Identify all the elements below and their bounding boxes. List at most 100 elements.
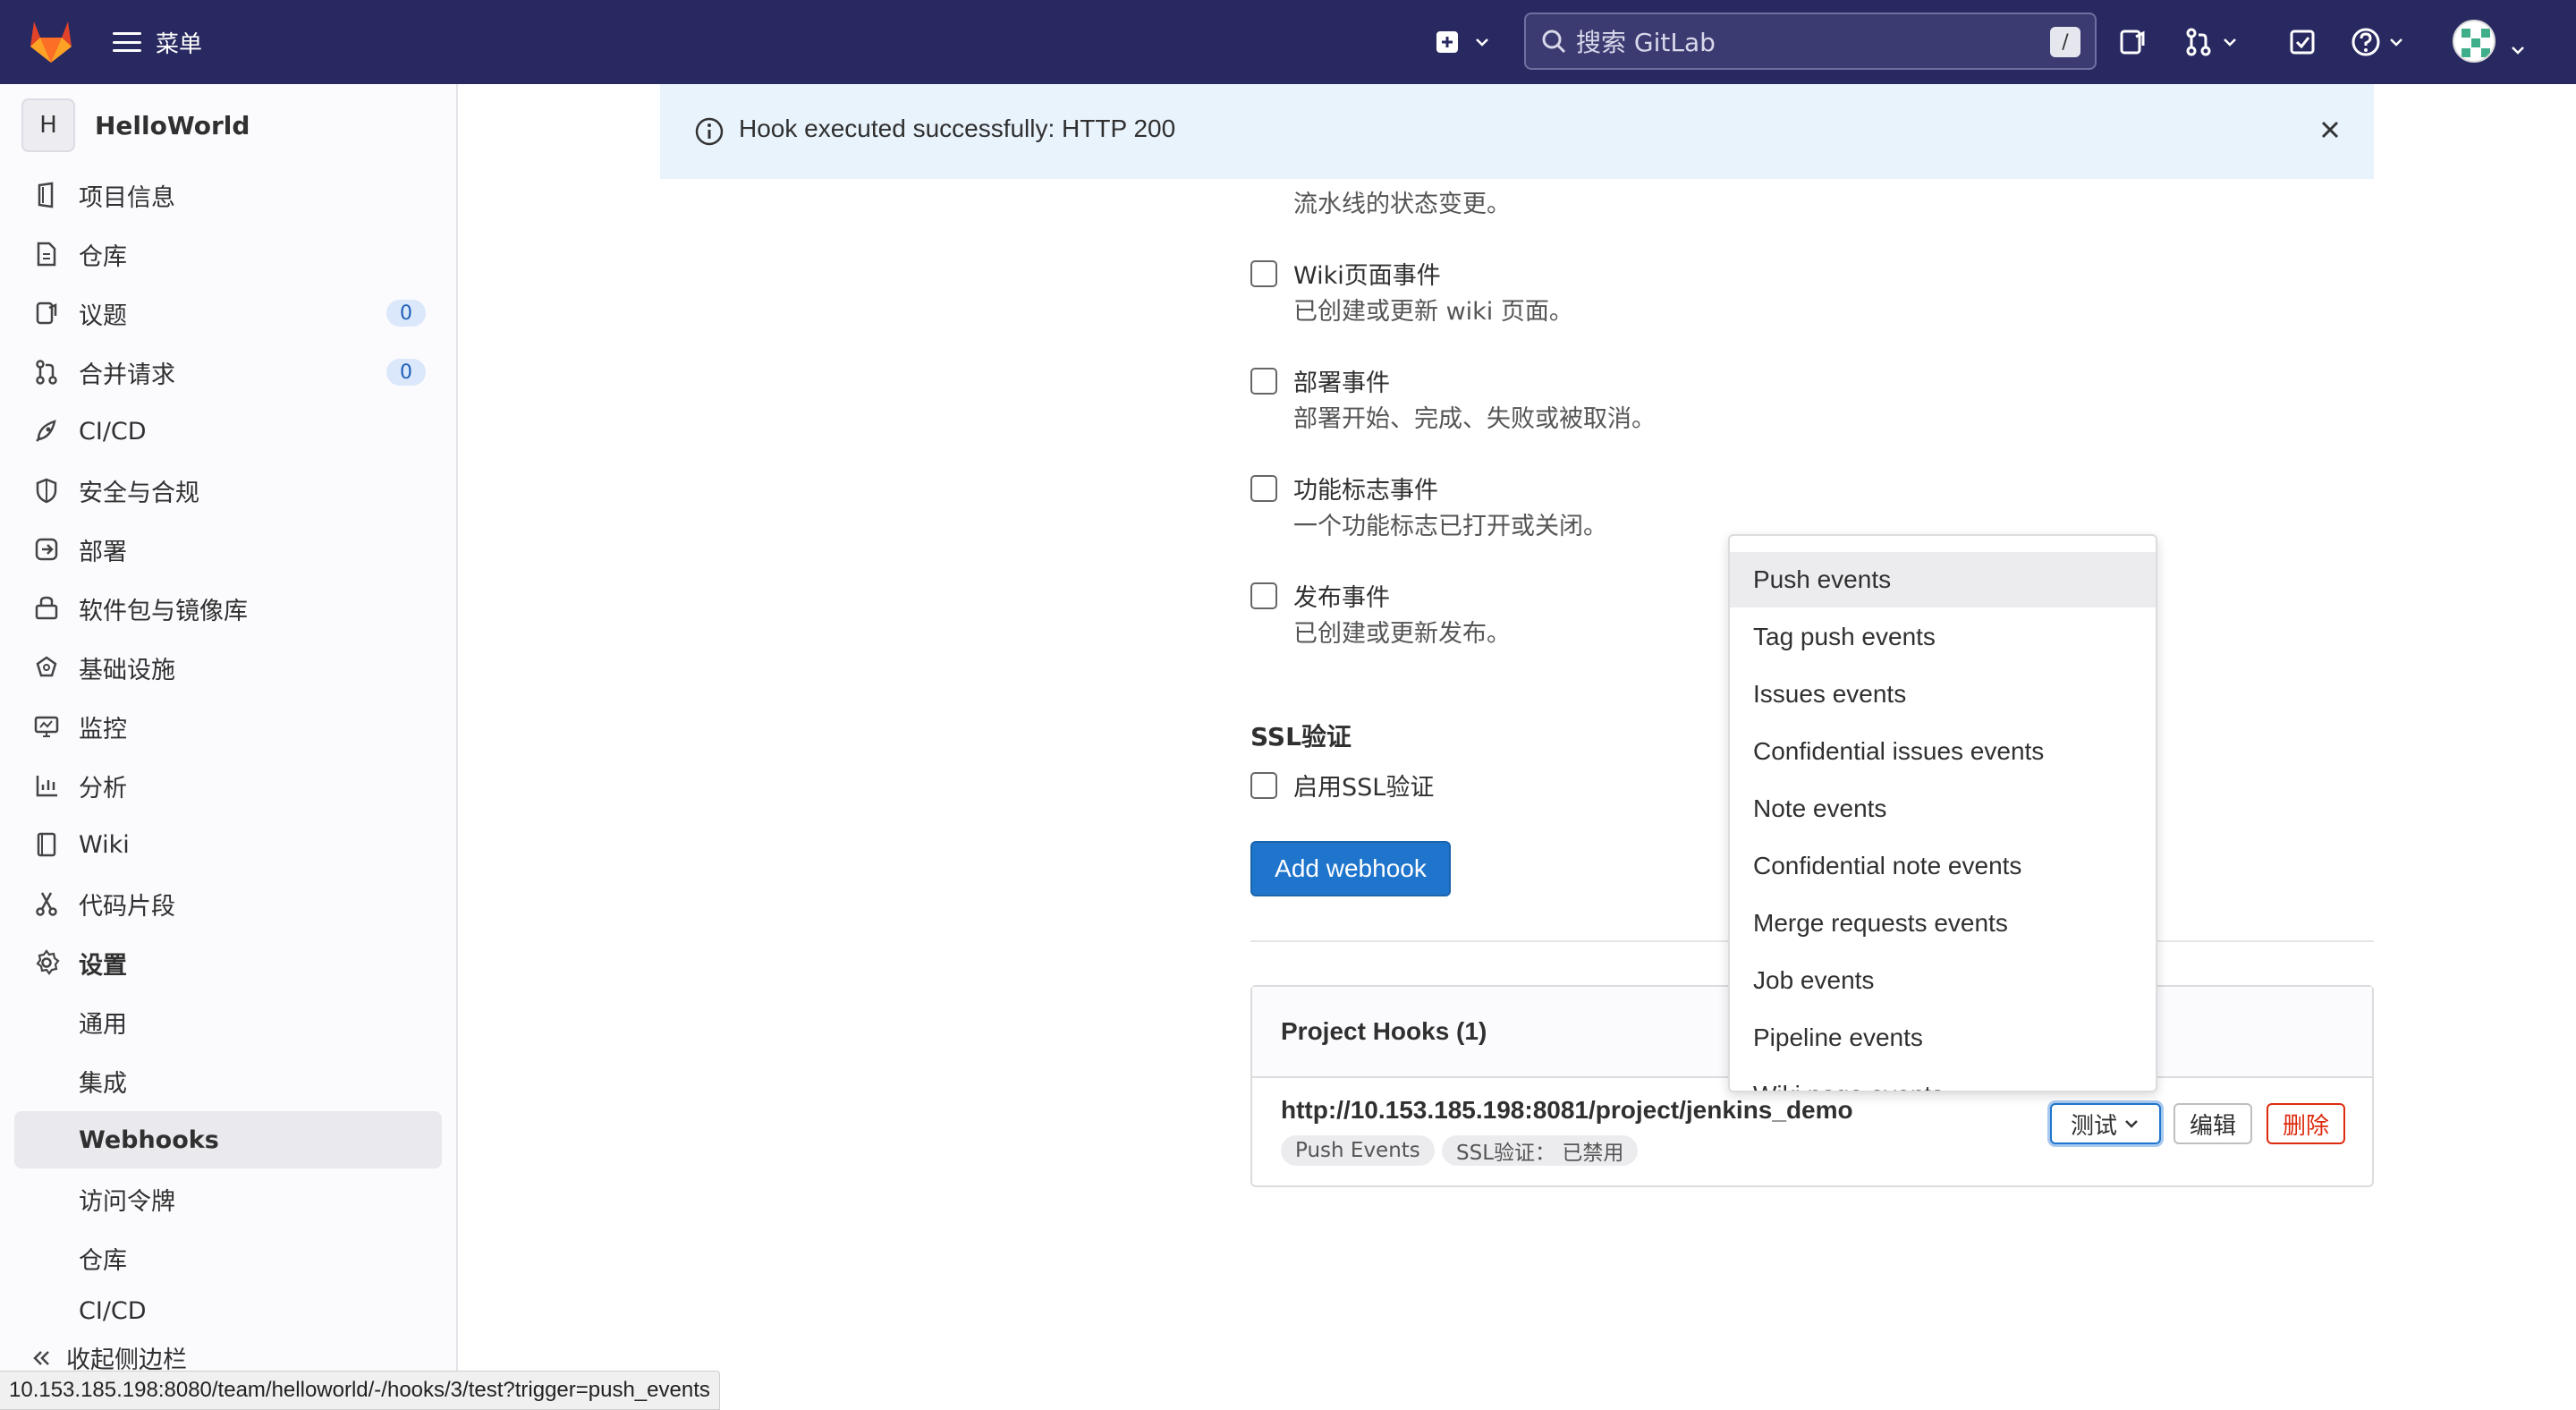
wiki-page-events-option: Wiki页面事件 [1250, 256, 1441, 291]
chart-icon [32, 771, 61, 800]
chevron-down-icon [1476, 38, 1488, 47]
sidebar-item-infrastructure[interactable]: 基础设施 [32, 641, 426, 694]
menu-label: 菜单 [156, 30, 203, 58]
sidebar-item-repository[interactable]: 仓库 [32, 227, 426, 281]
project-name: HelloWorld [95, 110, 250, 140]
edit-hook-button[interactable]: 编辑 [2174, 1103, 2252, 1144]
project-info-icon [32, 181, 61, 209]
search-icon [1542, 30, 1566, 54]
sidebar-item-label: 分析 [79, 774, 127, 803]
dropdown-item-tag-push-events[interactable]: Tag push events [1730, 609, 2156, 665]
wiki-page-events-checkbox[interactable] [1250, 259, 1277, 287]
sidebar-item-project-info[interactable]: 项目信息 [32, 168, 426, 222]
feature-flag-events-checkbox[interactable] [1250, 474, 1277, 502]
checkbox-label: 启用SSL验证 [1293, 774, 1435, 802]
top-navbar: 菜单 搜索 GitLab / [0, 0, 2576, 84]
dropdown-item-merge-requests-events[interactable]: Merge requests events [1730, 896, 2156, 951]
search-input[interactable]: 搜索 GitLab / [1524, 13, 2097, 70]
ssl-verification-checkbox[interactable] [1250, 771, 1277, 799]
issues-shortcut[interactable] [2118, 24, 2147, 60]
search-shortcut-key: / [2050, 27, 2080, 57]
shield-icon [32, 476, 61, 505]
sidebar-item-label: Wiki [79, 830, 130, 859]
project-avatar: H [21, 98, 75, 152]
sidebar-item-packages[interactable]: 软件包与镜像库 [32, 582, 426, 635]
sidebar-project-header[interactable]: H HelloWorld [21, 98, 250, 152]
sidebar-item-label: 安全与合规 [79, 479, 199, 507]
dropdown-item-confidential-note-events[interactable]: Confidential note events [1730, 838, 2156, 894]
sidebar-subitem-repository[interactable]: 仓库 [79, 1231, 127, 1285]
merge-requests-shortcut[interactable] [2184, 24, 2240, 60]
sidebar-item-analytics[interactable]: 分析 [32, 759, 426, 812]
sidebar-item-wiki[interactable]: Wiki [32, 818, 426, 871]
todos-shortcut[interactable] [2288, 24, 2317, 60]
cloud-icon [32, 653, 61, 682]
dropdown-item-confidential-issues-events[interactable]: Confidential issues events [1730, 724, 2156, 779]
sidebar: H HelloWorld 项目信息 仓库 议题 0 合并请求 0 CI/CD 安… [0, 84, 458, 1410]
user-avatar[interactable] [2453, 20, 2496, 63]
checkbox-label: 功能标志事件 [1293, 477, 1438, 505]
sidebar-subitem-cicd[interactable]: CI/CD [79, 1290, 147, 1331]
release-events-option: 发布事件 [1250, 578, 1390, 613]
sidebar-subitem-access-tokens[interactable]: 访问令牌 [79, 1172, 175, 1226]
plus-square-icon [1436, 31, 1458, 53]
sidebar-item-cicd[interactable]: CI/CD [32, 404, 426, 458]
sidebar-subitem-integrations[interactable]: 集成 [79, 1054, 127, 1108]
issues-icon [32, 299, 61, 327]
feature-flag-events-option: 功能标志事件 [1250, 471, 1438, 505]
help-dropdown[interactable] [2351, 24, 2406, 60]
sidebar-item-merge-requests[interactable]: 合并请求 0 [32, 345, 426, 399]
dropdown-item-job-events[interactable]: Job events [1730, 953, 2156, 1008]
dropdown-item-pipeline-events[interactable]: Pipeline events [1730, 1010, 2156, 1066]
dropdown-item-push-events[interactable]: Push events [1730, 552, 2156, 607]
help-icon [2351, 28, 2380, 56]
monitor-icon [32, 712, 61, 741]
test-hook-button[interactable]: 测试 [2050, 1103, 2161, 1144]
deploy-icon [32, 535, 61, 564]
package-icon [32, 594, 61, 623]
test-button-label: 测试 [2070, 1112, 2117, 1140]
sidebar-item-label: 合并请求 [79, 361, 175, 389]
sidebar-item-security[interactable]: 安全与合规 [32, 463, 426, 517]
deployment-events-checkbox[interactable] [1250, 367, 1277, 395]
sidebar-item-deployments[interactable]: 部署 [32, 522, 426, 576]
push-events-tag: Push Events [1281, 1135, 1435, 1166]
alert-message: Hook executed successfully: HTTP 200 [739, 115, 1176, 142]
checkbox-description: 已创建或更新 wiki 页面。 [1293, 298, 1573, 326]
sidebar-item-snippets[interactable]: 代码片段 [32, 877, 426, 930]
hamburger-icon [113, 32, 141, 52]
rocket-icon [32, 417, 61, 446]
sidebar-item-label: 部署 [79, 538, 127, 566]
gear-icon [32, 948, 61, 977]
info-icon [695, 117, 724, 146]
sidebar-item-label: 仓库 [79, 242, 127, 271]
sidebar-subitem-general[interactable]: 通用 [79, 995, 127, 1049]
deployment-events-option: 部署事件 [1250, 363, 1390, 398]
sidebar-subitem-webhooks[interactable]: Webhooks [79, 1113, 219, 1167]
add-webhook-button[interactable]: Add webhook [1250, 841, 1451, 896]
release-events-checkbox[interactable] [1250, 582, 1277, 609]
delete-hook-button[interactable]: 删除 [2267, 1103, 2345, 1144]
gitlab-logo-icon[interactable] [27, 18, 75, 64]
dropdown-item-note-events[interactable]: Note events [1730, 781, 2156, 837]
menu-button[interactable]: 菜单 [113, 23, 202, 61]
checkbox-description: 一个功能标志已打开或关闭。 [1293, 513, 1607, 540]
ssl-verification-option: 启用SSL验证 [1250, 768, 1434, 803]
sidebar-item-monitor[interactable]: 监控 [32, 700, 426, 753]
sidebar-item-label: 设置 [79, 951, 127, 980]
todo-checkbox-icon [2290, 30, 2315, 55]
sidebar-item-label: 项目信息 [79, 183, 175, 212]
checkbox-label: 部署事件 [1293, 369, 1390, 397]
sidebar-item-issues[interactable]: 议题 0 [32, 286, 426, 340]
merge-request-icon [32, 358, 61, 386]
dropdown-item-wiki-page-events[interactable]: Wiki page events [1730, 1067, 2156, 1091]
chevron-down-icon[interactable] [2508, 32, 2528, 68]
sidebar-item-settings[interactable]: 设置 [32, 936, 426, 990]
close-icon[interactable] [2317, 116, 2343, 143]
issues-count-badge: 0 [386, 300, 426, 327]
dropdown-item-issues-events[interactable]: Issues events [1730, 667, 2156, 722]
create-new-dropdown[interactable] [1435, 24, 1492, 60]
snippet-icon [32, 889, 61, 918]
ssl-verification-heading: SSL验证 [1250, 722, 1352, 752]
chevron-down-icon [2390, 38, 2402, 47]
